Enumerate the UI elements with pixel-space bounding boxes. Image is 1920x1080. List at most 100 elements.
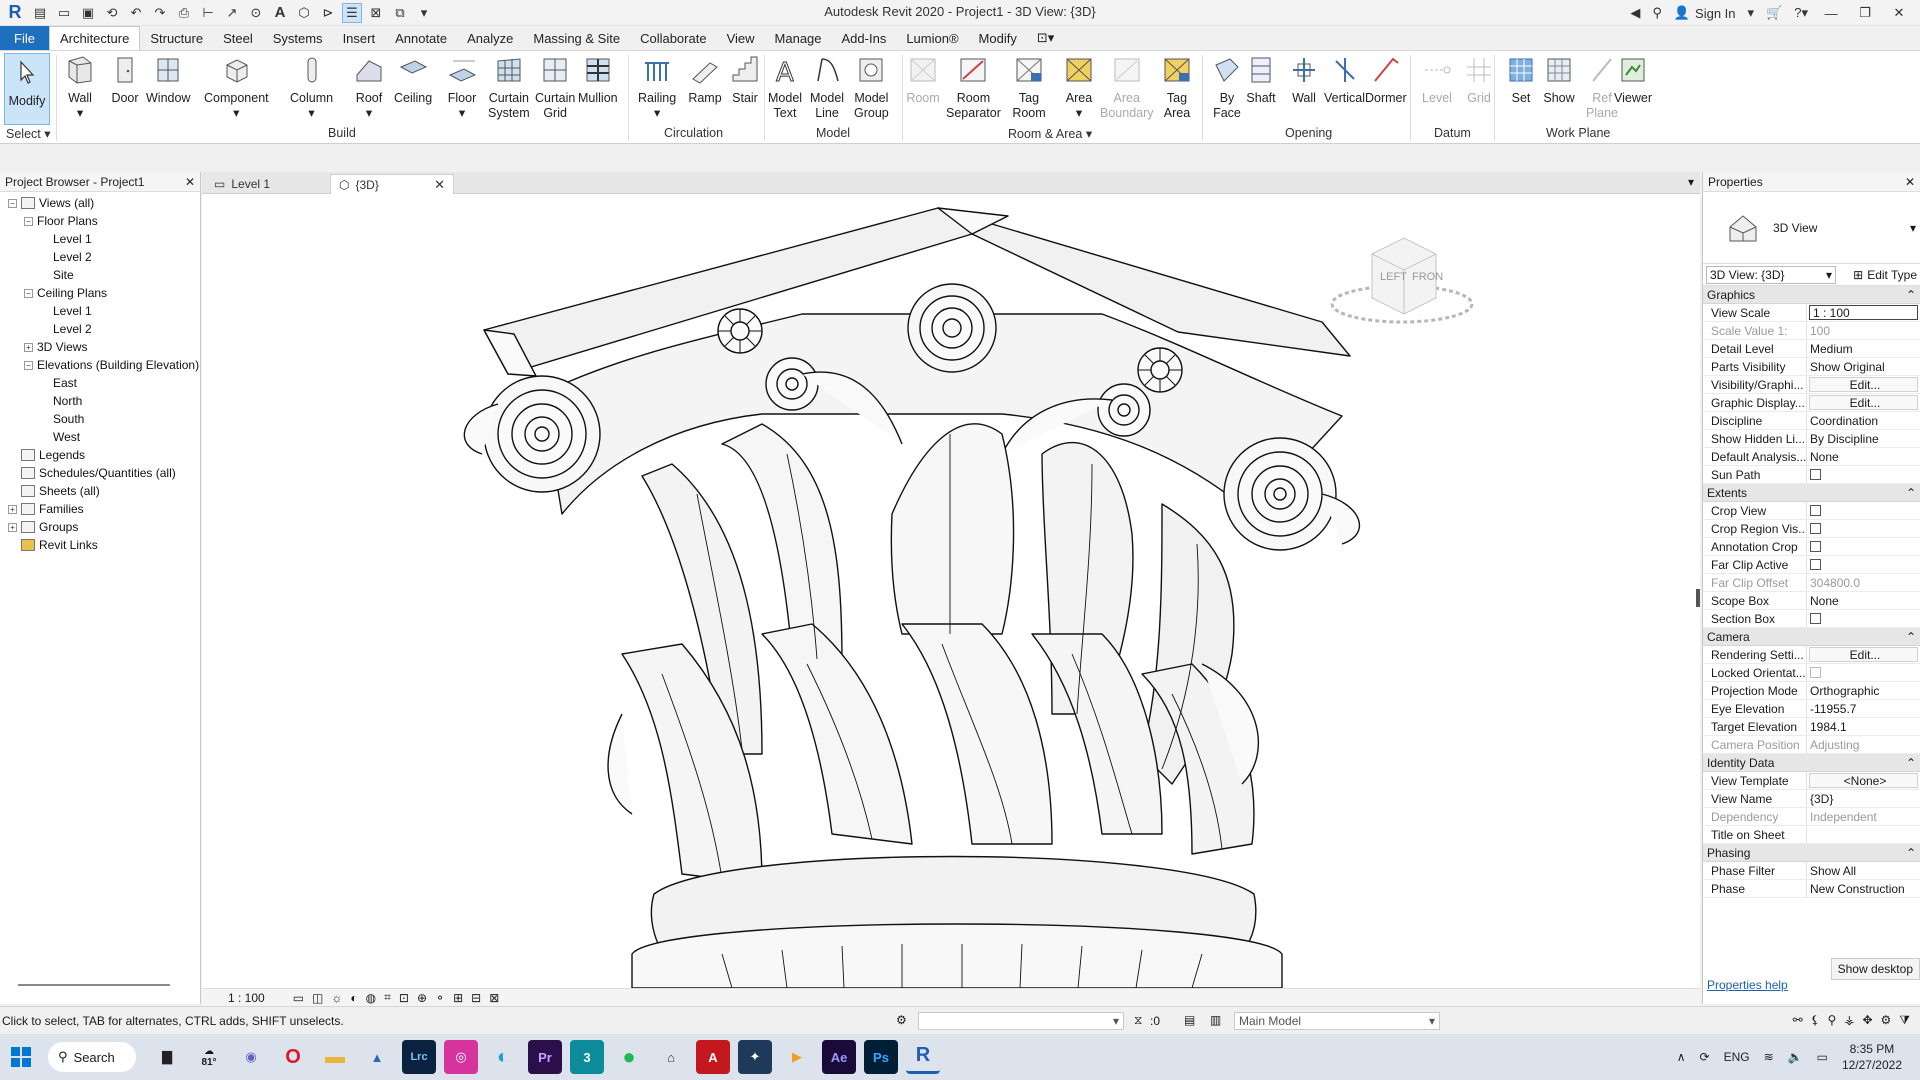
opera-icon[interactable]: O	[276, 1040, 310, 1074]
property-value[interactable]: 1 : 100	[1809, 305, 1918, 320]
viewer-button[interactable]: Viewer	[1614, 53, 1652, 106]
instagram-icon[interactable]: ◎	[444, 1040, 478, 1074]
property-edit-button[interactable]: Edit...	[1809, 395, 1918, 410]
filter-selection-icon[interactable]: ⧩	[1899, 1013, 1910, 1028]
tab-structure[interactable]: Structure	[140, 26, 213, 50]
language-indicator[interactable]: ENG	[1724, 1050, 1750, 1064]
vertical-opening-button[interactable]: Vertical	[1324, 53, 1365, 106]
section-icon[interactable]: ⊳	[318, 3, 338, 23]
ramp-button[interactable]: Ramp	[688, 53, 722, 106]
collapse-section-icon[interactable]: ⌃	[1906, 756, 1916, 770]
sync-tray-icon[interactable]: ⟳	[1700, 1050, 1710, 1064]
instance-filter-select[interactable]: 3D View: {3D} ▾	[1706, 265, 1836, 284]
tag-icon[interactable]: ⊙	[246, 3, 266, 23]
wifi-icon[interactable]: ≋	[1764, 1050, 1774, 1064]
weather-icon[interactable]: ☁ 81°	[192, 1040, 226, 1074]
tab-menu-icon[interactable]: ▾	[1688, 175, 1694, 189]
property-section-header[interactable]: Graphics ⌃	[1703, 286, 1920, 304]
tree-item[interactable]: +3D Views	[0, 338, 200, 356]
property-section-header[interactable]: Identity Data ⌃	[1703, 754, 1920, 772]
tag-room-button[interactable]: Tag Room	[1012, 53, 1046, 121]
thin-lines-icon[interactable]: ☰	[342, 2, 362, 23]
roof-button[interactable]: Roof ▾	[352, 53, 386, 121]
area-boundary-button[interactable]: Area Boundary	[1100, 53, 1154, 121]
curtain-grid-button[interactable]: Curtain Grid	[535, 53, 575, 121]
tab-systems[interactable]: Systems	[263, 26, 333, 50]
reveal-hidden-icon[interactable]: ⊞	[453, 991, 463, 1005]
level-button[interactable]: Level	[1420, 53, 1454, 106]
model-text-button[interactable]: A Model Text	[768, 53, 802, 121]
tab-analyze[interactable]: Analyze	[457, 26, 523, 50]
by-face-button[interactable]: By Face	[1210, 53, 1244, 121]
photos-icon[interactable]: ▲	[360, 1040, 394, 1074]
collapse-icon[interactable]: −	[24, 216, 33, 226]
collapse-icon[interactable]: −	[8, 198, 17, 208]
model-line-button[interactable]: Model Line	[810, 53, 844, 121]
spotify-icon[interactable]: ●	[612, 1040, 646, 1074]
view-scale-control[interactable]: 1 : 100	[228, 991, 265, 1005]
expand-icon[interactable]: +	[8, 504, 17, 514]
temp-hide-icon[interactable]: ⚬	[435, 991, 445, 1005]
sketchup-icon[interactable]: ✦	[738, 1040, 772, 1074]
property-edit-button[interactable]: Edit...	[1809, 647, 1918, 662]
ribbon-display-toggle[interactable]: ⊡▾	[1027, 26, 1064, 50]
type-selector[interactable]: 3D View ▾	[1703, 192, 1920, 264]
revit-taskbar-icon[interactable]: R	[906, 1040, 940, 1074]
collapse-section-icon[interactable]: ⌃	[1906, 486, 1916, 500]
tab-insert[interactable]: Insert	[333, 26, 386, 50]
property-section-header[interactable]: Phasing ⌃	[1703, 844, 1920, 862]
column-button[interactable]: Column ▾	[290, 53, 333, 121]
visual-style-icon[interactable]: ◫	[312, 991, 323, 1005]
tab-collaborate[interactable]: Collaborate	[630, 26, 717, 50]
teams-icon[interactable]: ◉	[234, 1040, 268, 1074]
tree-item[interactable]: Level 2	[0, 248, 200, 266]
floor-button[interactable]: Floor ▾	[445, 53, 479, 121]
sign-in-button[interactable]: 👤 Sign In	[1674, 5, 1736, 21]
design-option-select[interactable]: Main Model ▾	[1234, 1012, 1440, 1030]
volume-icon[interactable]: 🔈	[1788, 1050, 1803, 1064]
modify-button[interactable]: Modify	[4, 53, 50, 125]
sync-icon[interactable]: ⟲	[102, 3, 122, 23]
property-value[interactable]: Coordination	[1807, 412, 1920, 429]
property-value[interactable]: None	[1807, 592, 1920, 609]
property-section-header[interactable]: Camera ⌃	[1703, 628, 1920, 646]
print-icon[interactable]: ⎙	[174, 3, 194, 23]
set-workplane-button[interactable]: Set	[1504, 53, 1538, 106]
sun-path-icon[interactable]: ☼	[331, 991, 342, 1005]
switch-windows-icon[interactable]: ⧉	[390, 3, 410, 23]
tree-item[interactable]: − Floor Plans	[0, 212, 200, 230]
property-value[interactable]: Show Original	[1807, 358, 1920, 375]
background-process-icon[interactable]: ⚙	[1881, 1013, 1892, 1028]
after-effects-icon[interactable]: Ae	[822, 1040, 856, 1074]
taskbar-search[interactable]: ⚲ Search	[48, 1042, 136, 1072]
tree-item[interactable]: Revit Links	[0, 536, 200, 554]
expand-icon[interactable]: +	[8, 522, 17, 532]
grid-button[interactable]: Grid	[1462, 53, 1496, 106]
property-checkbox[interactable]	[1810, 613, 1821, 624]
collapse-icon[interactable]: −	[24, 288, 33, 298]
editing-requests-icon[interactable]: ▤	[1184, 1013, 1195, 1027]
close-icon[interactable]: ✕	[185, 175, 195, 189]
tab-3d-view[interactable]: ⬡ {3D} ✕	[330, 174, 454, 194]
tab-architecture[interactable]: Architecture	[48, 26, 141, 50]
network-app-icon[interactable]: ⌂	[654, 1040, 688, 1074]
shaft-button[interactable]: Shaft	[1244, 53, 1278, 106]
show-crop-icon[interactable]: ⊡	[399, 991, 409, 1005]
property-edit-button[interactable]: Edit...	[1809, 377, 1918, 392]
start-button[interactable]	[4, 1040, 38, 1074]
tab-annotate[interactable]: Annotate	[385, 26, 457, 50]
property-value[interactable]: 1984.1	[1807, 718, 1920, 735]
tab-steel[interactable]: Steel	[213, 26, 263, 50]
property-value[interactable]: Medium	[1807, 340, 1920, 357]
revit-logo-icon[interactable]: R	[4, 2, 26, 24]
show-workplane-button[interactable]: Show	[1542, 53, 1576, 106]
select-links-icon[interactable]: ⚯	[1793, 1013, 1803, 1028]
open-folder-icon[interactable]: ▭	[54, 3, 74, 23]
tab-add-ins[interactable]: Add-Ins	[832, 26, 897, 50]
tree-item[interactable]: Sheets (all)	[0, 482, 200, 500]
task-view-icon[interactable]: ▇	[150, 1040, 184, 1074]
select-underlay-icon[interactable]: ⚸	[1811, 1013, 1820, 1028]
drag-elements-icon[interactable]: ✥	[1862, 1013, 1872, 1028]
dropdown-icon[interactable]: ▾	[1748, 5, 1755, 21]
photoshop-icon[interactable]: Ps	[864, 1040, 898, 1074]
